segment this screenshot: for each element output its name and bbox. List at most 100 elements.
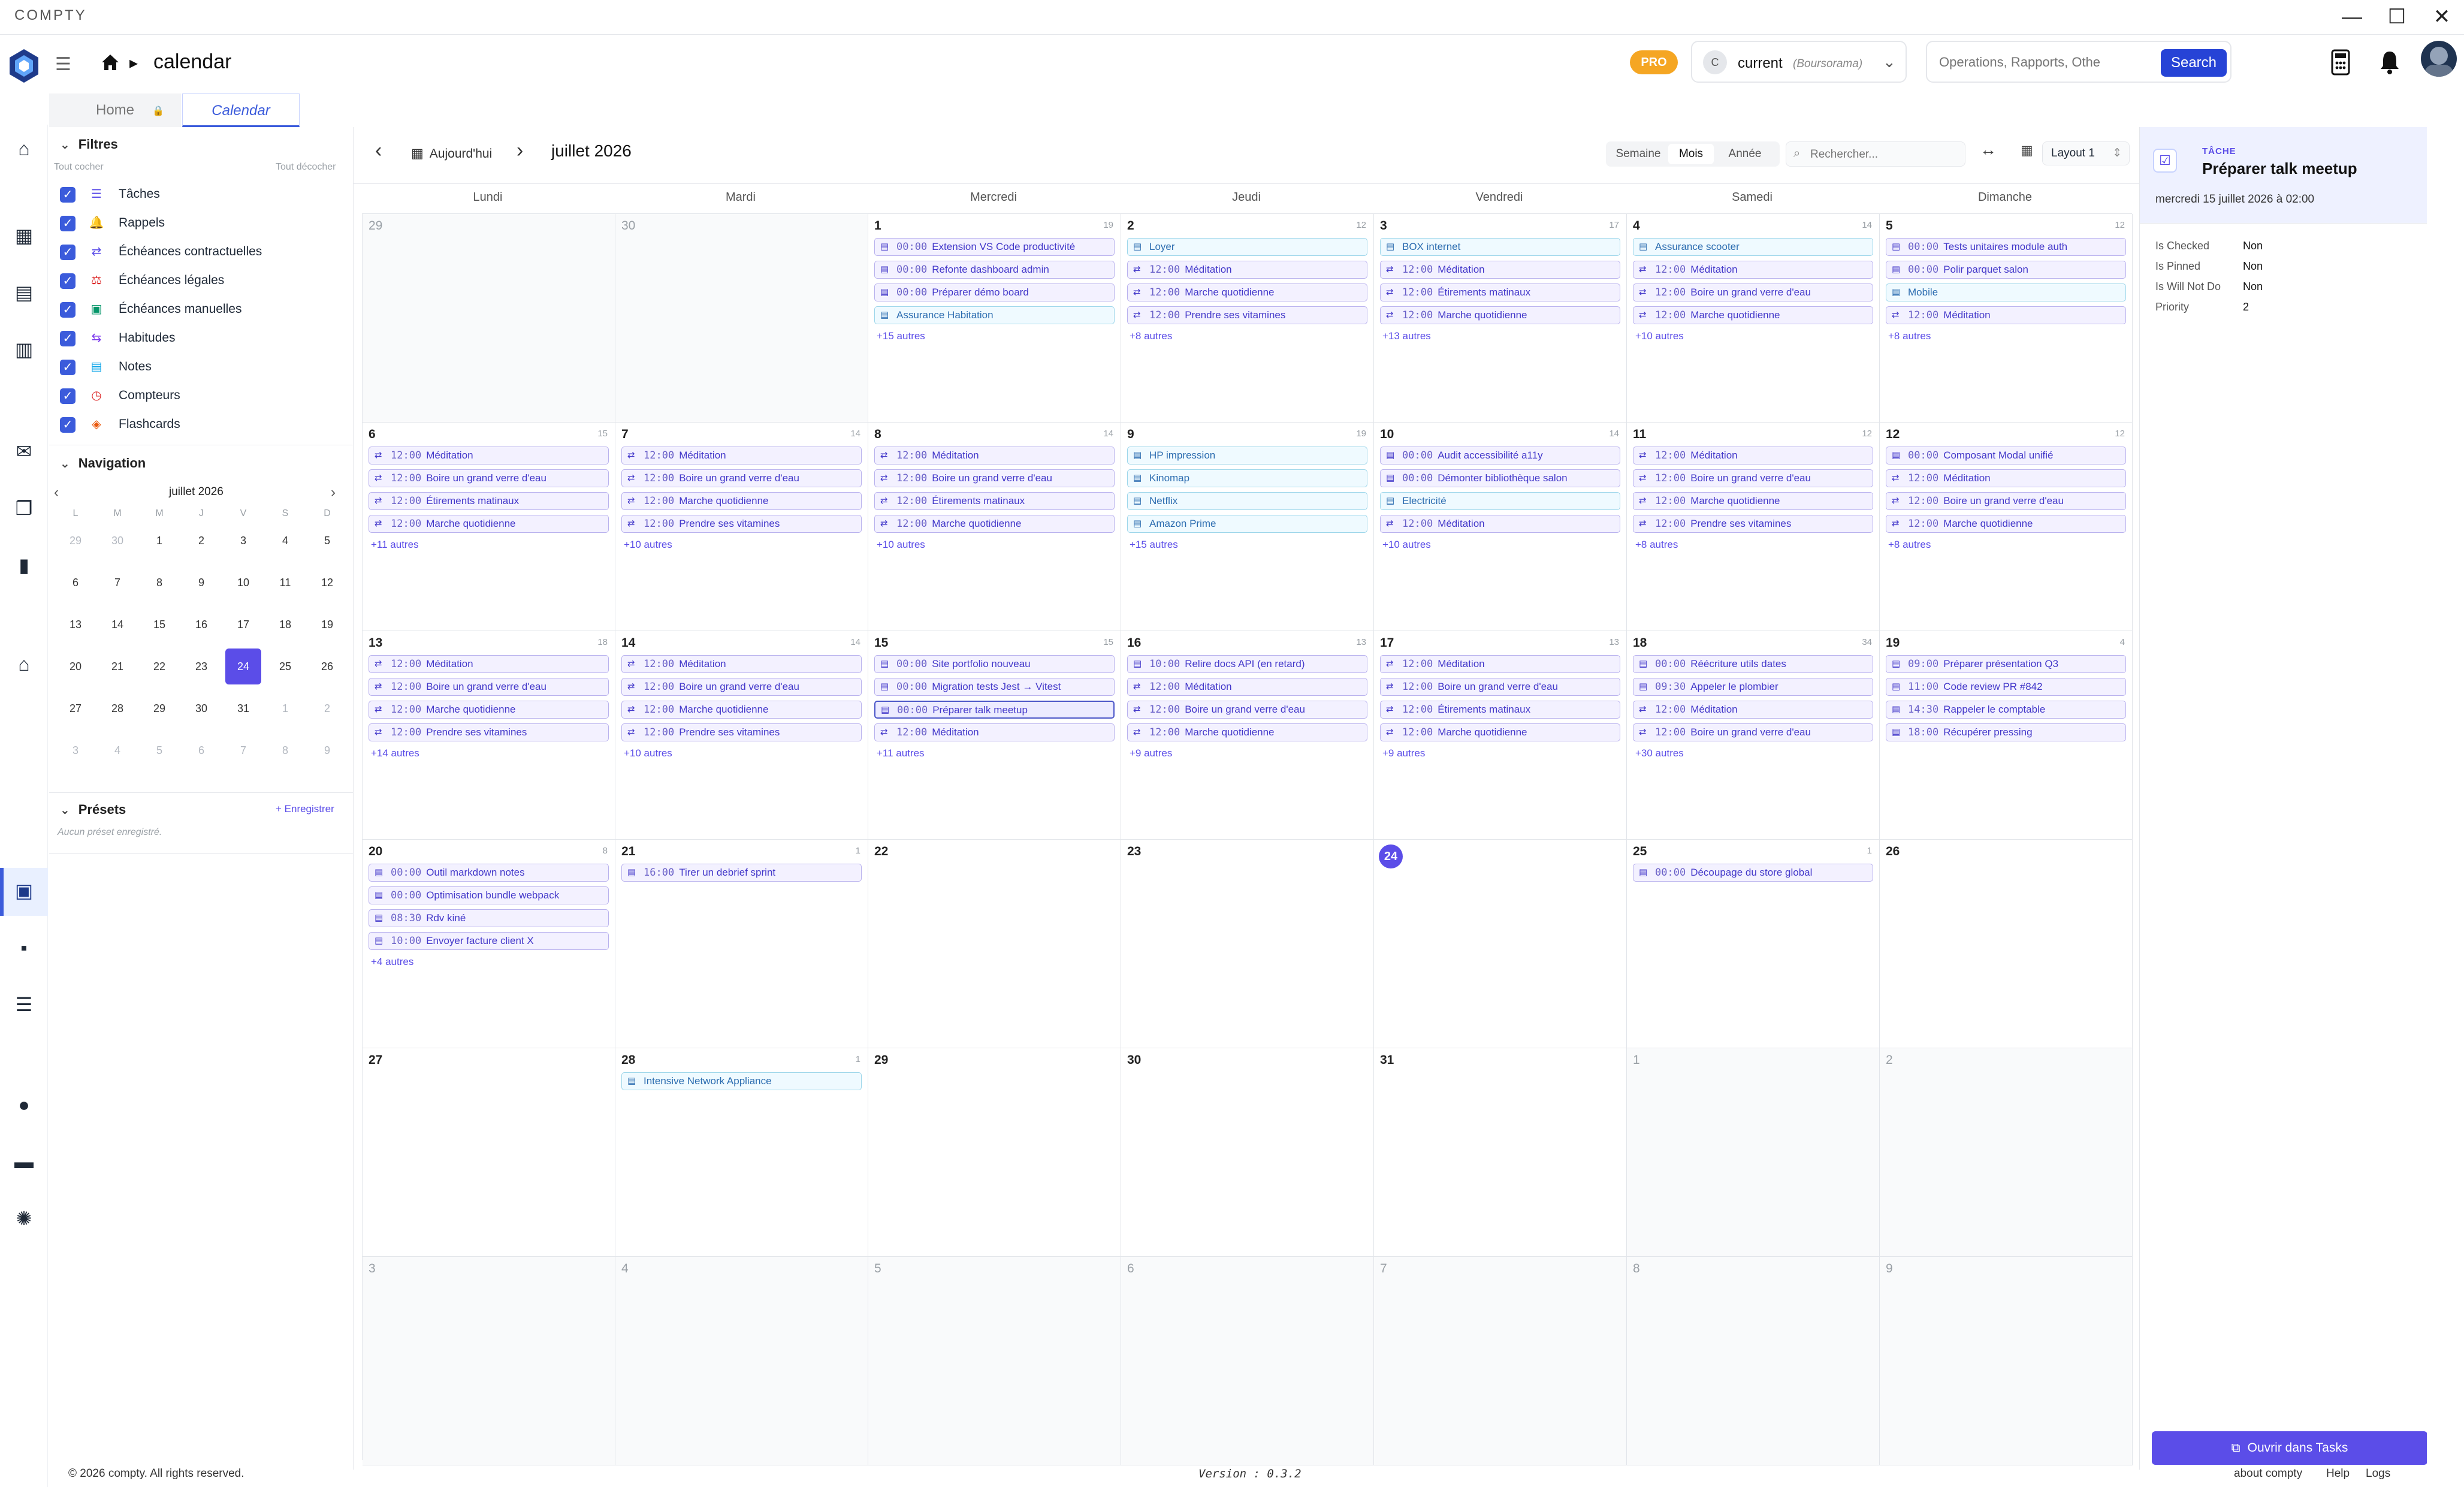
mini-day[interactable]: 6 — [58, 565, 93, 601]
day-cell[interactable]: 28 1 ▤ Intensive Network Appliance — [615, 1048, 868, 1257]
day-cell[interactable]: 8 — [1627, 1257, 1880, 1465]
event-chip[interactable]: ⇄ 12:00 Boire un grand verre d'eau — [1886, 492, 2126, 510]
mini-day[interactable]: 26 — [309, 649, 345, 684]
calculator-icon[interactable] — [2330, 49, 2351, 76]
mini-day[interactable]: 29 — [141, 690, 177, 726]
more-events-link[interactable]: +8 autres — [1635, 539, 1678, 551]
expand-icon[interactable]: ↔ — [1980, 140, 1997, 159]
event-chip[interactable]: ▤ Amazon Prime — [1127, 515, 1367, 533]
day-cell[interactable]: 4 — [615, 1257, 868, 1465]
more-events-link[interactable]: +13 autres — [1382, 330, 1431, 342]
mini-day[interactable]: 7 — [225, 732, 261, 768]
day-cell[interactable]: 6 — [1121, 1257, 1374, 1465]
event-chip[interactable]: ▤ 00:00 Refonte dashboard admin — [874, 261, 1115, 279]
event-chip[interactable]: ▤ 00:00 Démonter bibliothèque salon — [1380, 469, 1620, 487]
mini-day[interactable]: 24 — [225, 649, 261, 684]
document-nav-icon[interactable]: ▥ — [12, 337, 36, 361]
day-cell[interactable]: 18 34 ▤ 00:00 Réécriture utils dates ▤ 09:30 Ap… — [1627, 631, 1880, 840]
day-cell[interactable]: 14 14 ⇄ 12:00 Méditation ⇄ 12:00 Boire un grand… — [615, 631, 868, 840]
day-cell[interactable]: 16 13 ▤ 10:00 Relire docs API (en retard) ⇄ 12… — [1121, 631, 1374, 840]
day-cell[interactable]: 22 — [868, 840, 1121, 1048]
event-chip[interactable]: ▤ Assurance scooter — [1633, 238, 1873, 256]
event-chip[interactable]: ▤ 16:00 Tirer un debrief sprint — [621, 864, 862, 882]
day-cell[interactable]: 5 12 ▤ 00:00 Tests unitaires module auth ▤ 00:… — [1880, 214, 2133, 423]
event-chip[interactable]: ⇄ 12:00 Boire un grand verre d'eau — [621, 469, 862, 487]
mini-day[interactable]: 6 — [183, 732, 219, 768]
event-chip[interactable]: ⇄ 12:00 Marche quotidienne — [621, 701, 862, 719]
event-chip[interactable]: ⇄ 12:00 Étirements matinaux — [1380, 283, 1620, 301]
more-events-link[interactable]: +11 autres — [877, 747, 925, 759]
event-chip[interactable]: ⇄ 12:00 Méditation — [1633, 701, 1873, 719]
mini-day[interactable]: 4 — [99, 732, 135, 768]
event-chip[interactable]: ▤ 00:00 Audit accessibilité a11y — [1380, 447, 1620, 465]
event-chip[interactable]: ⇄ 12:00 Marche quotidienne — [1633, 306, 1873, 324]
more-events-link[interactable]: +10 autres — [1382, 539, 1431, 551]
event-chip[interactable]: ⇄ 12:00 Étirements matinaux — [1380, 701, 1620, 719]
day-cell[interactable]: 29 — [363, 214, 615, 423]
event-chip[interactable]: ⇄ 12:00 Méditation — [1886, 306, 2126, 324]
mini-day[interactable]: 29 — [58, 523, 93, 559]
dashboard-nav-icon[interactable]: ▦ — [12, 224, 36, 248]
more-events-link[interactable]: +10 autres — [624, 747, 672, 759]
day-cell[interactable]: 15 15 ▤ 00:00 Site portfolio nouveau ▤ 00:00 Mi… — [868, 631, 1121, 840]
minimize-button[interactable]: — — [2337, 4, 2367, 30]
event-chip[interactable]: ⇄ 12:00 Méditation — [1127, 678, 1367, 696]
mini-day[interactable]: 14 — [99, 607, 135, 643]
event-chip[interactable]: ▤ 00:00 Préparer démo board — [874, 283, 1115, 301]
checkbox-checked-icon[interactable]: ✓ — [60, 417, 76, 433]
mini-day[interactable]: 15 — [141, 607, 177, 643]
day-cell[interactable]: 4 14 ▤ Assurance scooter ⇄ 12:00 Méditation ⇄ 12… — [1627, 214, 1880, 423]
event-chip[interactable]: ▤ 00:00 Tests unitaires module auth — [1886, 238, 2126, 256]
event-chip[interactable]: ▤ 00:00 Migration tests Jest → Vitest — [874, 678, 1115, 696]
mini-day[interactable]: 18 — [267, 607, 303, 643]
mini-day[interactable]: 4 — [267, 523, 303, 559]
footer-link-help[interactable]: Help — [2326, 1467, 2350, 1480]
event-chip[interactable]: ▤ 00:00 Outil markdown notes — [369, 864, 609, 882]
event-chip[interactable]: ▤ 00:00 Extension VS Code productivité — [874, 238, 1115, 256]
event-chip[interactable]: ⇄ 12:00 Méditation — [369, 447, 609, 465]
mini-day[interactable]: 17 — [225, 607, 261, 643]
today-button[interactable]: ▦ Aujourd'hui — [411, 141, 492, 165]
event-chip[interactable]: ⇄ 12:00 Boire un grand verre d'eau — [621, 678, 862, 696]
mini-day[interactable]: 16 — [183, 607, 219, 643]
more-events-link[interactable]: +10 autres — [877, 539, 925, 551]
view-week-button[interactable]: Semaine — [1608, 144, 1668, 164]
mini-day[interactable]: 8 — [141, 565, 177, 601]
house-nav-icon[interactable]: ⌂ — [12, 652, 36, 676]
event-chip[interactable]: ⇄ 12:00 Méditation — [369, 655, 609, 673]
presets-header[interactable]: ⌄ Présets — [60, 802, 126, 818]
event-chip[interactable]: ⇄ 12:00 Prendre ses vitamines — [621, 515, 862, 533]
event-chip[interactable]: ⇄ 12:00 Boire un grand verre d'eau — [1380, 678, 1620, 696]
prev-month-icon[interactable]: ‹ — [375, 139, 382, 162]
mini-next-icon[interactable]: › — [331, 484, 336, 501]
event-chip[interactable]: ▤ Loyer — [1127, 238, 1367, 256]
home-nav-icon[interactable]: ⌂ — [12, 137, 36, 161]
event-chip[interactable]: ⇄ 12:00 Méditation — [1633, 447, 1873, 465]
more-events-link[interactable]: +30 autres — [1635, 747, 1684, 759]
filter-item[interactable]: ✓ ▣ Échéances manuelles — [60, 297, 342, 321]
event-chip[interactable]: ⇄ 12:00 Méditation — [1633, 261, 1873, 279]
mini-day[interactable]: 27 — [58, 690, 93, 726]
day-cell[interactable]: 11 12 ⇄ 12:00 Méditation ⇄ 12:00 Boire un grand… — [1627, 423, 1880, 631]
save-preset-link[interactable]: + Enregistrer — [276, 803, 334, 815]
day-cell[interactable]: 3 17 ▤ BOX internet ⇄ 12:00 Méditation ⇄ 12:00 Ét… — [1374, 214, 1627, 423]
mini-day[interactable]: 25 — [267, 649, 303, 684]
event-chip[interactable]: ⇄ 12:00 Boire un grand verre d'eau — [1633, 469, 1873, 487]
tab-home[interactable]: Home 🔒 — [49, 93, 181, 127]
event-chip[interactable]: ▤ Netflix — [1127, 492, 1367, 510]
mini-day[interactable]: 31 — [225, 690, 261, 726]
view-month-button[interactable]: Mois — [1668, 144, 1714, 164]
user-avatar[interactable] — [2421, 41, 2457, 77]
event-chip[interactable]: ▤ 00:00 Préparer talk meetup — [874, 701, 1115, 719]
footer-link-about[interactable]: about compty — [2234, 1467, 2302, 1480]
event-chip[interactable]: ⇄ 12:00 Prendre ses vitamines — [369, 723, 609, 741]
day-cell[interactable]: 9 — [1880, 1257, 2133, 1465]
mini-day[interactable]: 10 — [225, 565, 261, 601]
event-chip[interactable]: ▤ 11:00 Code review PR #842 — [1886, 678, 2126, 696]
day-cell[interactable]: 2 12 ▤ Loyer ⇄ 12:00 Méditation ⇄ 12:00 Marche qu… — [1121, 214, 1374, 423]
event-chip[interactable]: ▤ HP impression — [1127, 447, 1367, 465]
more-events-link[interactable]: +14 autres — [371, 747, 419, 759]
navigation-header[interactable]: ⌄ Navigation — [60, 456, 146, 471]
more-events-link[interactable]: +11 autres — [371, 539, 419, 551]
event-chip[interactable]: ▤ 00:00 Découpage du store global — [1633, 864, 1873, 882]
